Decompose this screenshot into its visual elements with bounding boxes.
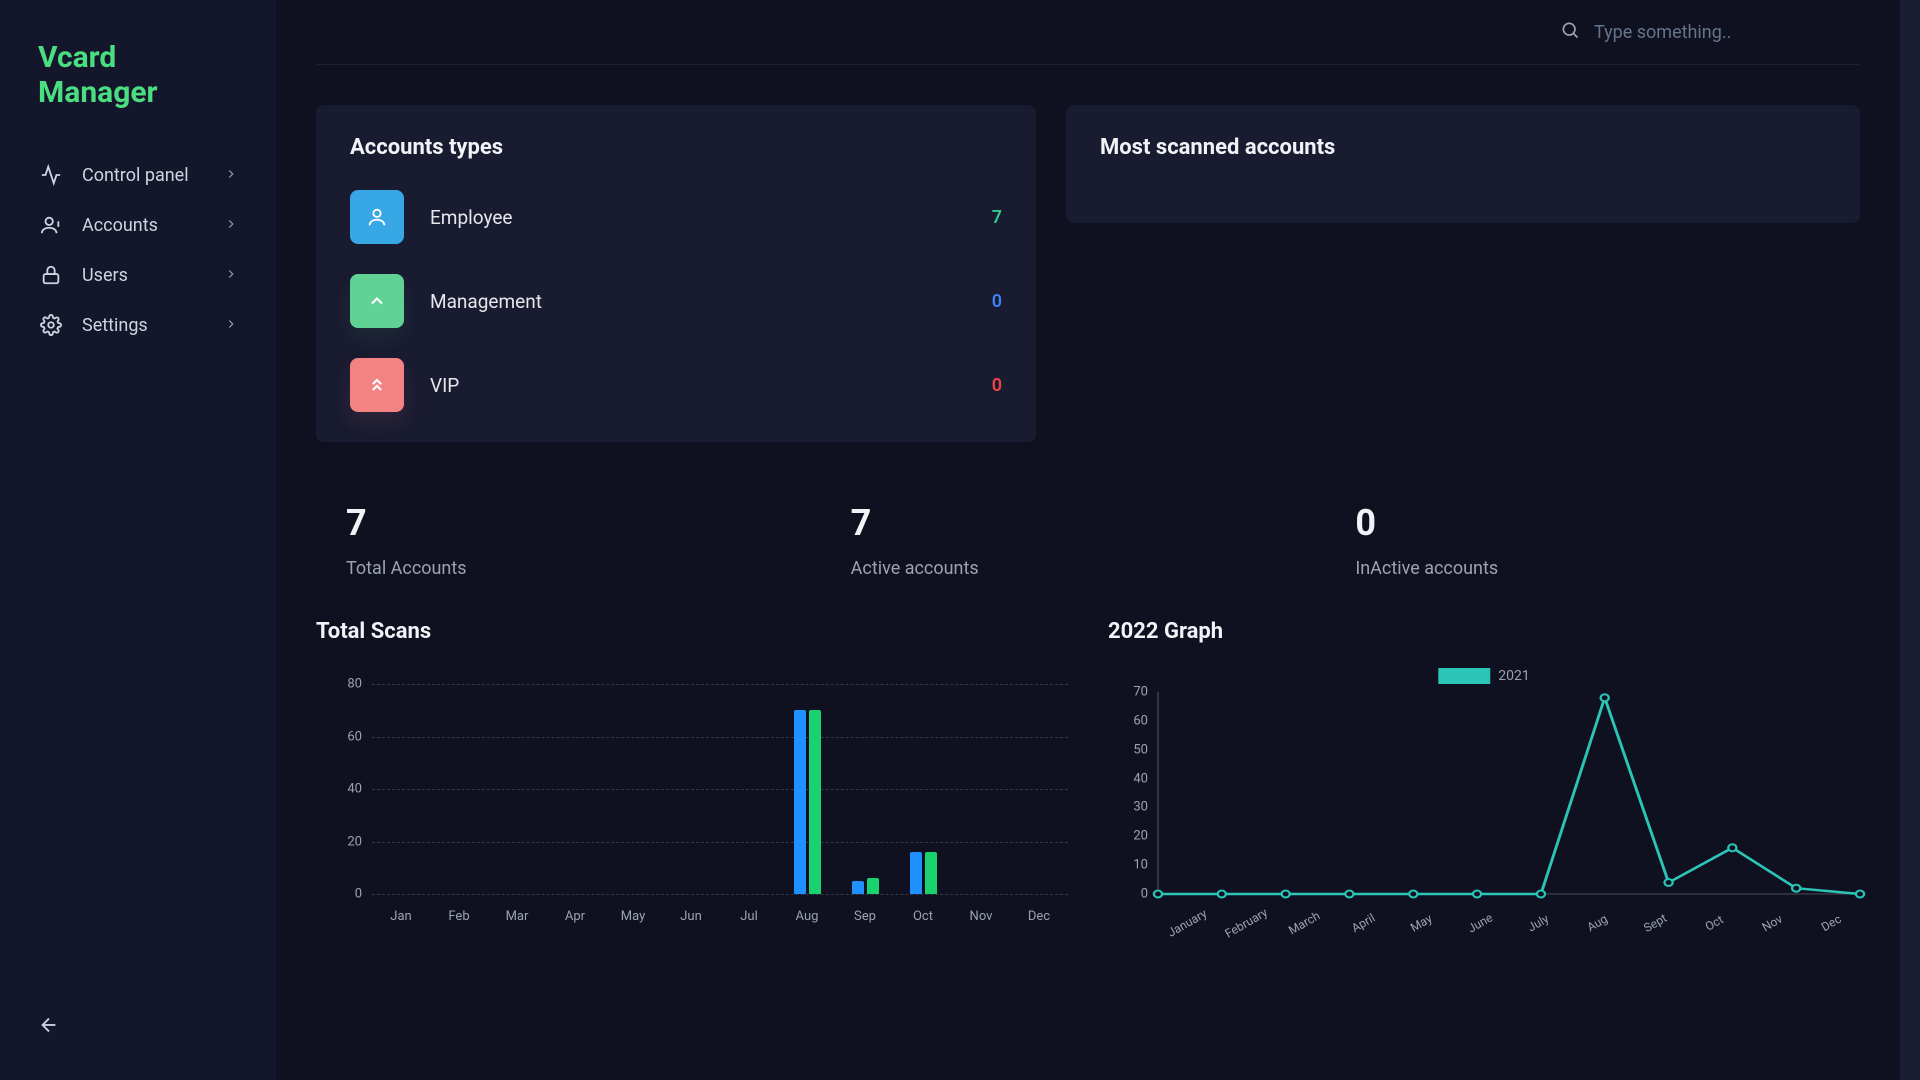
sidebar-item-label: Settings bbox=[82, 315, 148, 336]
sidebar-item-label: Control panel bbox=[82, 165, 189, 186]
lock-icon bbox=[38, 264, 64, 286]
stat-active-accounts: 7 Active accounts bbox=[851, 502, 1326, 579]
type-count: 0 bbox=[992, 291, 1002, 312]
brand-title: Vcard Manager bbox=[38, 40, 238, 110]
chevron-right-icon bbox=[224, 165, 238, 186]
type-label: Employee bbox=[430, 206, 512, 229]
type-row-management[interactable]: Management 0 bbox=[350, 274, 1002, 328]
stat-value: 7 bbox=[851, 502, 1326, 544]
chevron-right-icon bbox=[224, 315, 238, 336]
stat-label: Total Accounts bbox=[346, 558, 821, 579]
legend-label: 2021 bbox=[1498, 668, 1529, 684]
chart-title: Total Scans bbox=[316, 619, 1068, 644]
card-title: Accounts types bbox=[350, 135, 1002, 160]
sidebar-item-accounts[interactable]: Accounts bbox=[20, 200, 256, 250]
stat-label: InActive accounts bbox=[1355, 558, 1830, 579]
bar-chart: 020406080JanFebMarAprMayJunJulAugSepOctN… bbox=[316, 674, 1068, 924]
sidebar-item-users[interactable]: Users bbox=[20, 250, 256, 300]
search-input[interactable] bbox=[1594, 22, 1860, 43]
type-row-vip[interactable]: VIP 0 bbox=[350, 358, 1002, 412]
sidebar-item-label: Users bbox=[82, 265, 128, 286]
chevron-up-icon bbox=[350, 274, 404, 328]
topbar bbox=[316, 0, 1860, 65]
accounts-types-card: Accounts types Employee 7 Management 0 bbox=[316, 105, 1036, 442]
type-count: 0 bbox=[992, 375, 1002, 396]
chevron-right-icon bbox=[224, 265, 238, 286]
sidebar-item-control-panel[interactable]: Control panel bbox=[20, 150, 256, 200]
line-chart-panel: 2022 Graph 2021 010203040506070 JanuaryF… bbox=[1108, 619, 1860, 924]
employee-icon bbox=[350, 190, 404, 244]
sidebar-item-label: Accounts bbox=[82, 215, 158, 236]
search-wrap bbox=[1560, 20, 1860, 44]
stat-label: Active accounts bbox=[851, 558, 1326, 579]
stat-inactive-accounts: 0 InActive accounts bbox=[1355, 502, 1830, 579]
stats-row: 7 Total Accounts 7 Active accounts 0 InA… bbox=[316, 502, 1860, 579]
stat-value: 0 bbox=[1355, 502, 1830, 544]
chart-legend: 2021 bbox=[1438, 668, 1529, 684]
type-label: Management bbox=[430, 290, 542, 313]
double-chevron-up-icon bbox=[350, 358, 404, 412]
main-content: Accounts types Employee 7 Management 0 bbox=[276, 0, 1900, 1080]
bar-chart-panel: Total Scans 020406080JanFebMarAprMayJunJ… bbox=[316, 619, 1068, 924]
search-icon bbox=[1560, 20, 1580, 44]
type-row-employee[interactable]: Employee 7 bbox=[350, 190, 1002, 244]
scrollbar[interactable] bbox=[1900, 0, 1920, 1080]
stat-value: 7 bbox=[346, 502, 821, 544]
type-count: 7 bbox=[992, 207, 1002, 228]
chevron-right-icon bbox=[224, 215, 238, 236]
most-scanned-card: Most scanned accounts bbox=[1066, 105, 1860, 223]
chart-title: 2022 Graph bbox=[1108, 619, 1860, 644]
sidebar-item-settings[interactable]: Settings bbox=[20, 300, 256, 350]
gear-icon bbox=[38, 314, 64, 336]
stat-total-accounts: 7 Total Accounts bbox=[346, 502, 821, 579]
legend-swatch bbox=[1438, 668, 1490, 684]
sidebar: Vcard Manager Control panel Accounts Use… bbox=[0, 0, 276, 1080]
line-chart: 2021 010203040506070 JanuaryFebruaryMarc… bbox=[1108, 674, 1860, 924]
card-title: Most scanned accounts bbox=[1100, 135, 1826, 160]
back-arrow-icon[interactable] bbox=[38, 1021, 60, 1040]
user-icon bbox=[38, 214, 64, 236]
type-label: VIP bbox=[430, 374, 459, 397]
activity-icon bbox=[38, 164, 64, 186]
